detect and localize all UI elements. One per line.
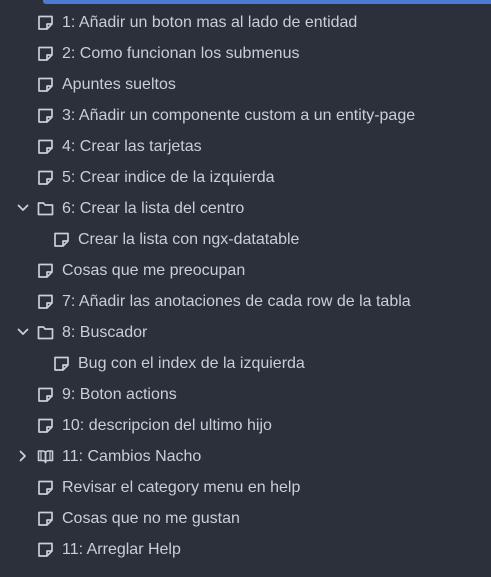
note-icon: [37, 107, 54, 124]
tree-item[interactable]: 9: Boton actions: [0, 379, 491, 410]
tree-item-label: 3: Añadir un componente custom a un enti…: [62, 107, 416, 124]
notes-tree: 1: Añadir un boton mas al lado de entida…: [0, 7, 491, 565]
tree-item-label: 8: Buscador: [62, 324, 148, 341]
note-icon: [37, 479, 54, 496]
tree-item[interactable]: 11: Arreglar Help: [0, 534, 491, 565]
tree-item-label: Crear la lista con ngx-datatable: [78, 231, 300, 248]
tree-item[interactable]: Cosas que me preocupan: [0, 255, 491, 286]
note-icon: [53, 355, 70, 372]
tree-item[interactable]: 5: Crear indice de la izquierda: [0, 162, 491, 193]
note-icon: [37, 169, 54, 186]
tree-item[interactable]: Revisar el category menu en help: [0, 472, 491, 503]
tree-item-label: 9: Boton actions: [62, 386, 177, 403]
book-icon: [37, 448, 54, 465]
tree-item[interactable]: 2: Como funcionan los submenus: [0, 38, 491, 69]
tree-item[interactable]: 8: Buscador: [0, 317, 491, 348]
note-icon: [37, 45, 54, 62]
tree-item[interactable]: Bug con el index de la izquierda: [0, 348, 491, 379]
tree-item-label: Bug con el index de la izquierda: [78, 355, 305, 372]
tree-item-label: 6: Crear la lista del centro: [62, 200, 245, 217]
tree-item-label: Apuntes sueltos: [62, 76, 176, 93]
selected-item-highlight[interactable]: [43, 0, 491, 4]
tree-item-label: 5: Crear indice de la izquierda: [62, 169, 275, 186]
tree-item[interactable]: Crear la lista con ngx-datatable: [0, 224, 491, 255]
tree-item-label: 1: Añadir un boton mas al lado de entida…: [62, 14, 358, 31]
note-icon: [37, 541, 54, 558]
note-icon: [37, 417, 54, 434]
tree-item[interactable]: Cosas que no me gustan: [0, 503, 491, 534]
tree-item-label: Cosas que no me gustan: [62, 510, 240, 527]
tree-item[interactable]: 1: Añadir un boton mas al lado de entida…: [0, 7, 491, 38]
tree-item-label: 4: Crear las tarjetas: [62, 138, 202, 155]
tree-item[interactable]: 4: Crear las tarjetas: [0, 131, 491, 162]
tree-item-label: 11: Arreglar Help: [62, 541, 181, 558]
tree-item-label: 10: descripcion del ultimo hijo: [62, 417, 272, 434]
folder-icon: [37, 200, 54, 217]
note-icon: [37, 138, 54, 155]
tree-item[interactable]: 7: Añadir las anotaciones de cada row de…: [0, 286, 491, 317]
note-icon: [37, 262, 54, 279]
note-icon: [53, 231, 70, 248]
tree-item-label: 2: Como funcionan los submenus: [62, 45, 300, 62]
tree-item-label: 7: Añadir las anotaciones de cada row de…: [62, 293, 411, 310]
tree-item[interactable]: 10: descripcion del ultimo hijo: [0, 410, 491, 441]
note-icon: [37, 386, 54, 403]
tree-item[interactable]: 6: Crear la lista del centro: [0, 193, 491, 224]
tree-item[interactable]: Apuntes sueltos: [0, 69, 491, 100]
tree-item-label: 11: Cambios Nacho: [62, 448, 202, 465]
chevron-down-icon[interactable]: [16, 201, 30, 215]
tree-item[interactable]: 3: Añadir un componente custom a un enti…: [0, 100, 491, 131]
folder-icon: [37, 324, 54, 341]
note-icon: [37, 76, 54, 93]
tree-item-label: Cosas que me preocupan: [62, 262, 246, 279]
note-icon: [37, 14, 54, 31]
note-icon: [37, 293, 54, 310]
note-icon: [37, 510, 54, 527]
tree-item[interactable]: 11: Cambios Nacho: [0, 441, 491, 472]
tree-item-label: Revisar el category menu en help: [62, 479, 301, 496]
chevron-down-icon[interactable]: [16, 325, 30, 339]
chevron-right-icon[interactable]: [16, 449, 30, 463]
